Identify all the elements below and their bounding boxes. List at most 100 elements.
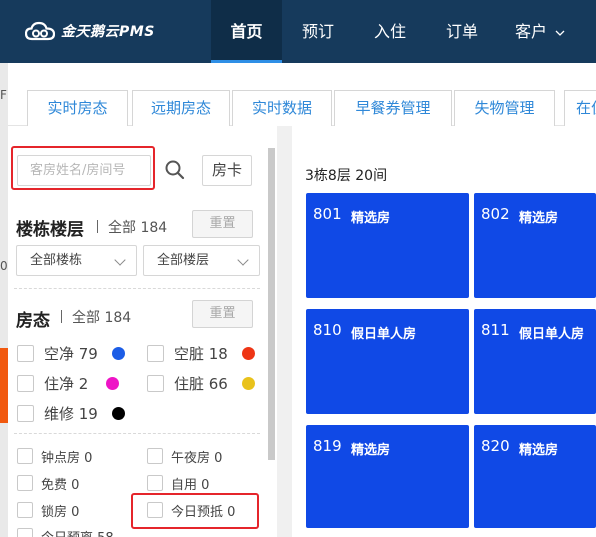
edge-char: F [0, 88, 7, 102]
edge-char: 0 [0, 259, 8, 273]
top-header: 金天鹅云PMS 首页 预订 入住 订单 客户 [0, 0, 596, 63]
tab-bar: 实时房态 远期房态 实时数据 早餐券管理 失物管理 在住 [8, 63, 596, 126]
nav-checkin[interactable]: 入住 [354, 0, 426, 63]
room-card[interactable]: 820 精选房 [474, 425, 596, 528]
checkbox[interactable] [17, 344, 34, 362]
status-label: 住净 2 [44, 374, 89, 393]
checkbox[interactable] [17, 475, 33, 491]
status-label: 空脏 18 [174, 344, 228, 363]
checkbox[interactable] [17, 528, 33, 537]
section-divider [14, 433, 260, 434]
chevron-down-icon [555, 30, 565, 36]
checkbox[interactable] [147, 475, 163, 491]
floor-title: 3栋8层 20间 [305, 168, 388, 184]
option-label: 免费 0 [41, 477, 80, 493]
checkbox[interactable] [147, 502, 163, 518]
option-hourly-room[interactable]: 钟点房 0 [17, 445, 92, 467]
building-select-value: 全部楼栋 [30, 253, 83, 268]
checkbox[interactable] [147, 448, 163, 464]
guest-room-search-input[interactable]: 客房姓名/房间号 [17, 155, 151, 186]
tab-realtime-status[interactable]: 实时房态 [27, 90, 128, 126]
section-divider [14, 288, 260, 289]
room-type: 精选房 [519, 211, 559, 226]
room-card[interactable]: 811 假日单人房 [474, 309, 596, 414]
cloud-logo-icon [25, 21, 55, 41]
room-card[interactable]: 801 精选房 [306, 193, 469, 298]
checkbox[interactable] [17, 404, 34, 422]
checkbox[interactable] [147, 374, 164, 392]
room-number: 820 [481, 437, 510, 455]
status-occupied-dirty[interactable]: 住脏 66 [147, 371, 255, 395]
divider [61, 310, 62, 323]
option-locked-room[interactable]: 锁房 0 [17, 499, 79, 521]
room-status-total-count: 全部 184 [72, 310, 132, 326]
status-occupied-clean[interactable]: 住净 2 [17, 371, 120, 395]
option-label: 今日预离 58 [41, 527, 114, 537]
tab-realtime-data[interactable]: 实时数据 [232, 90, 332, 126]
option-free[interactable]: 免费 0 [17, 472, 79, 494]
room-type: 假日单人房 [519, 327, 585, 342]
option-label: 钟点房 0 [41, 450, 93, 466]
room-card[interactable]: 802 精选房 [474, 193, 596, 298]
building-floor-title: 楼栋楼层 [16, 220, 84, 240]
option-label: 今日预抵 0 [171, 504, 236, 520]
status-color-dot [241, 346, 255, 360]
status-maintenance[interactable]: 维修 19 [17, 401, 125, 425]
panel-gutter [277, 126, 292, 537]
option-midnight-room[interactable]: 午夜房 0 [147, 445, 222, 467]
option-label: 午夜房 0 [171, 450, 223, 466]
room-status-title: 房态 [16, 311, 50, 331]
checkbox[interactable] [147, 344, 164, 362]
option-label: 自用 0 [171, 477, 210, 493]
status-color-dot [111, 406, 125, 420]
nav-customers[interactable]: 客户 [505, 0, 575, 63]
status-label: 维修 19 [44, 404, 98, 423]
room-number: 802 [481, 205, 510, 223]
room-number: 819 [313, 437, 342, 455]
room-status-reset-button[interactable]: 重置 [192, 300, 253, 328]
tab-breakfast-voucher[interactable]: 早餐券管理 [334, 90, 452, 126]
room-number: 811 [481, 321, 510, 339]
divider [97, 220, 98, 233]
room-number: 810 [313, 321, 342, 339]
room-card-button[interactable]: 房卡 [202, 155, 252, 186]
room-number: 801 [313, 205, 342, 223]
room-type: 精选房 [351, 443, 391, 458]
status-vacant-dirty[interactable]: 空脏 18 [147, 341, 255, 365]
status-color-dot [106, 376, 120, 390]
status-label: 空净 79 [44, 344, 98, 363]
status-label: 住脏 66 [174, 374, 228, 393]
option-label: 锁房 0 [41, 504, 80, 520]
room-type: 精选房 [519, 443, 559, 458]
tab-future-status[interactable]: 远期房态 [132, 90, 230, 126]
brand-logo[interactable]: 金天鹅云PMS [25, 20, 155, 42]
room-type: 假日单人房 [351, 327, 417, 342]
checkbox[interactable] [17, 448, 33, 464]
checkbox[interactable] [17, 374, 34, 392]
nav-home[interactable]: 首页 [211, 0, 282, 63]
tab-lost-found[interactable]: 失物管理 [454, 90, 555, 126]
status-color-dot [241, 376, 255, 390]
status-color-dot [111, 346, 125, 360]
nav-orders[interactable]: 订单 [426, 0, 498, 63]
option-departing-today[interactable]: 今日预离 58 [17, 525, 114, 537]
chevron-down-icon [114, 254, 126, 266]
tab-in-house[interactable]: 在住 [564, 90, 596, 126]
page-edge [0, 63, 8, 537]
nav-reservation[interactable]: 预订 [282, 0, 354, 63]
building-select[interactable]: 全部楼栋 [16, 245, 137, 276]
building-reset-button[interactable]: 重置 [192, 210, 253, 238]
room-card[interactable]: 819 精选房 [306, 425, 469, 528]
panel-scrollbar[interactable] [268, 148, 275, 460]
status-vacant-clean[interactable]: 空净 79 [17, 341, 125, 365]
room-card[interactable]: 810 假日单人房 [306, 309, 469, 414]
brand-name: 金天鹅云PMS [61, 24, 155, 40]
page-edge-accent [0, 348, 8, 423]
floor-select-value: 全部楼层 [157, 253, 210, 268]
option-arriving-today[interactable]: 今日预抵 0 [147, 499, 235, 521]
checkbox[interactable] [17, 502, 33, 518]
option-self-use[interactable]: 自用 0 [147, 472, 209, 494]
nav-customers-label: 客户 [514, 22, 547, 41]
search-icon[interactable] [161, 155, 189, 185]
floor-select[interactable]: 全部楼层 [143, 245, 260, 276]
